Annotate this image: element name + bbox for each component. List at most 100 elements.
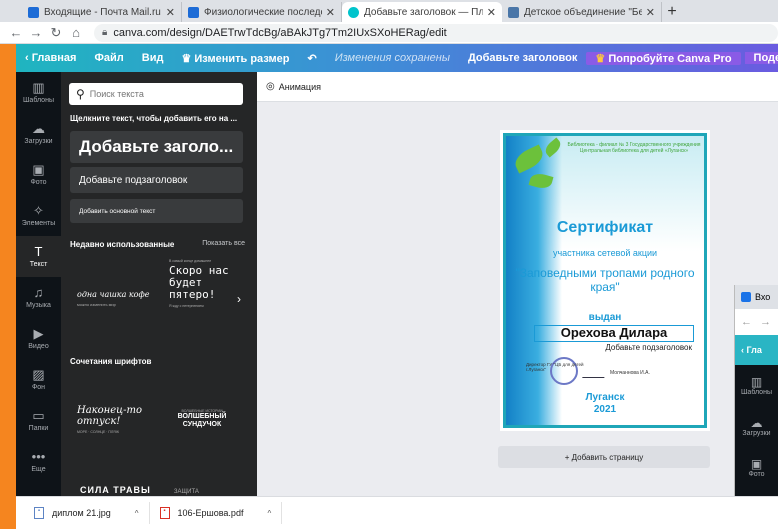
- add-heading-button[interactable]: Добавьте заголо...: [70, 131, 243, 163]
- address-bar: ← → ↻ ⌂ 🔒︎ canva.com/design/DAETrwTdcBg/…: [0, 22, 778, 44]
- browser-tab-vk[interactable]: Детское объединение "Бересте ✕: [502, 2, 662, 22]
- preset-text: СИЛА ТРАВЫ: [80, 485, 151, 495]
- search-input[interactable]: [89, 89, 230, 99]
- back-icon[interactable]: ←: [8, 25, 24, 40]
- rail-item-uploads[interactable]: ☁ Загрузки: [16, 113, 61, 154]
- add-body-text-button[interactable]: Добавить основной текст: [70, 199, 243, 223]
- tab-title: Вхо: [755, 292, 771, 302]
- forward-icon[interactable]: →: [760, 316, 771, 328]
- rail-item-photos[interactable]: ▣ Фото: [735, 447, 778, 488]
- preset-text: Скоро нас будет пятеро!: [169, 264, 229, 301]
- rail-item-more[interactable]: ••• Еще: [16, 441, 61, 482]
- second-browser-window[interactable]: Вхо ← → ‹ Гла ▥ Шаблоны ☁ Загрузки ▣ Фото: [734, 285, 778, 496]
- chevron-up-icon[interactable]: ^: [135, 509, 139, 518]
- close-icon[interactable]: ✕: [166, 6, 175, 19]
- chevron-up-icon[interactable]: ^: [267, 509, 271, 518]
- url-field[interactable]: 🔒︎ canva.com/design/DAETrwTdcBg/aBAkJTg7…: [94, 23, 778, 42]
- chevron-right-icon[interactable]: ›: [237, 292, 241, 306]
- close-icon[interactable]: ✕: [487, 6, 496, 19]
- recipient-name[interactable]: Орехова Дилара: [534, 325, 694, 342]
- share-button[interactable]: Поделит: [744, 52, 778, 64]
- rail-item-background[interactable]: ▨ Фон: [16, 359, 61, 400]
- director-title[interactable]: Директор ГУ "ЦБ для детей г.Луганск": [526, 362, 586, 372]
- organization-header[interactable]: Библиотека - филиал № 3 Государственного…: [564, 142, 704, 154]
- city-label[interactable]: Луганск: [506, 392, 704, 403]
- animation-button[interactable]: Анимация: [279, 82, 321, 92]
- rail-label: Фото: [748, 471, 765, 478]
- show-all-link[interactable]: Показать все: [202, 240, 245, 247]
- photo-icon: ▣: [750, 457, 763, 471]
- certificate-page[interactable]: Библиотека - филиал № 3 Государственного…: [500, 130, 710, 431]
- rail-item-uploads[interactable]: ☁ Загрузки: [735, 406, 778, 447]
- issued-label[interactable]: выдан: [506, 312, 704, 323]
- back-icon[interactable]: ←: [741, 316, 752, 328]
- forward-icon[interactable]: →: [28, 25, 44, 40]
- preset-text: Наконец-то отпуск!: [77, 404, 143, 427]
- subheading-placeholder[interactable]: Добавьте подзаголовок: [605, 343, 692, 352]
- undo-icon[interactable]: ↶: [298, 52, 325, 65]
- upload-icon: ☁: [750, 416, 763, 430]
- rail-label: Папки: [28, 425, 49, 432]
- rail-label: Загрузки: [24, 138, 53, 145]
- add-subheading-button[interactable]: Добавьте подзаголовок: [70, 167, 243, 193]
- browser-tab-physiology[interactable]: Физиологические последствия ✕: [182, 2, 342, 22]
- second-window-tab[interactable]: Вхо: [735, 285, 778, 309]
- new-tab-button[interactable]: +: [662, 2, 682, 22]
- browser-tab-strip: Входящие - Почта Mail.ru ✕ Физиологическ…: [0, 0, 778, 22]
- rail-label: Элементы: [21, 220, 56, 227]
- rail-item-photos[interactable]: ▣ Фото: [16, 154, 61, 195]
- preset-text: ВОЛШЕБНЫЙ СУНДУЧОК: [177, 413, 227, 428]
- event-name[interactable]: "Заповедными тропами родного края": [506, 266, 704, 294]
- signer-name[interactable]: Молчаннова И.А.: [610, 370, 650, 376]
- year-label[interactable]: 2021: [506, 404, 704, 415]
- preset-caption: ЗАЩИТА: [173, 489, 199, 495]
- background-icon: ▨: [32, 367, 45, 382]
- home-icon[interactable]: ⌂: [68, 25, 84, 40]
- rail-item-templates[interactable]: ▥ Шаблоны: [735, 365, 778, 406]
- editor-toolbar: ◎ Анимация: [257, 72, 778, 102]
- rail-item-templates[interactable]: ▥ Шаблоны: [16, 72, 61, 113]
- home-label[interactable]: Гла: [747, 345, 762, 355]
- second-window-rail: ▥ Шаблоны ☁ Загрузки ▣ Фото: [735, 365, 778, 496]
- font-preset-vacation[interactable]: Наконец-то отпуск! МОРЕ · СОЛНЦЕ · ПЛЯЖ: [69, 390, 159, 448]
- preset-caption: МОРЕ · СОЛНЦЕ · ПЛЯЖ: [77, 429, 119, 434]
- reload-icon[interactable]: ↻: [48, 25, 64, 41]
- elements-icon: ✧: [33, 203, 44, 218]
- preset-caption: Я жду с нетерпением: [169, 304, 204, 308]
- rail-item-music[interactable]: ♫ Музыка: [16, 277, 61, 318]
- rail-item-video[interactable]: ▶ Видео: [16, 318, 61, 359]
- close-icon[interactable]: ✕: [326, 6, 335, 19]
- resize-button[interactable]: ♛ Изменить размер: [172, 52, 298, 65]
- design-title[interactable]: Добавьте заголовок: [459, 52, 586, 64]
- text-search-box[interactable]: ⚲: [69, 83, 243, 105]
- rail-label: Шаблоны: [23, 97, 54, 104]
- browser-tab-canva[interactable]: Добавьте заголовок — Плакат ✕: [342, 2, 502, 22]
- add-page-button[interactable]: + Добавить страницу: [498, 446, 710, 468]
- site-favicon-icon: [188, 6, 199, 18]
- crown-icon: ♛: [595, 52, 606, 65]
- rail-label: Фото: [30, 179, 47, 186]
- view-menu[interactable]: Вид: [133, 52, 173, 64]
- certificate-title[interactable]: Сертификат: [506, 219, 704, 237]
- rail-label: Шаблоны: [741, 389, 772, 396]
- file-menu[interactable]: Файл: [85, 52, 132, 64]
- font-preset-herbs[interactable]: СИЛА ТРАВЫ ЗАЩИТА: [69, 484, 243, 496]
- font-preset-chest[interactable]: ВОЛШЕБНЫЕ ИСТОРИИ ВОЛШЕБНЫЙ СУНДУЧОК: [161, 390, 243, 448]
- side-rail: ▥ Шаблоны ☁ Загрузки ▣ Фото ✧ Элементы T Текс…: [16, 72, 61, 496]
- download-item-jpg[interactable]: ▪ диплом 21.jpg ^: [24, 502, 150, 524]
- home-button[interactable]: ‹ Главная: [16, 52, 85, 64]
- lock-icon: 🔒︎: [102, 27, 108, 38]
- browser-tab-mail[interactable]: Входящие - Почта Mail.ru ✕: [22, 2, 182, 22]
- download-item-pdf[interactable]: ▪ 106-Ершова.pdf ^: [150, 502, 283, 524]
- rail-item-folders[interactable]: ▭ Папки: [16, 400, 61, 441]
- rail-item-elements[interactable]: ✧ Элементы: [16, 195, 61, 236]
- font-preset-coffee[interactable]: одна чашка кофе можно изменить мир: [69, 265, 159, 331]
- certificate-frame: Библиотека - филиал № 3 Государственного…: [503, 133, 707, 428]
- font-preset-five[interactable]: В самый конце домашнее Скоро нас будет п…: [161, 259, 243, 339]
- rail-label: Видео: [28, 343, 49, 350]
- photo-icon: ▣: [32, 162, 45, 177]
- close-icon[interactable]: ✕: [646, 6, 655, 19]
- rail-item-text[interactable]: T Текст: [16, 236, 61, 277]
- certificate-subtitle[interactable]: участника сетевой акции: [506, 248, 704, 258]
- try-pro-button[interactable]: ♛ Попробуйте Canva Pro: [586, 51, 741, 65]
